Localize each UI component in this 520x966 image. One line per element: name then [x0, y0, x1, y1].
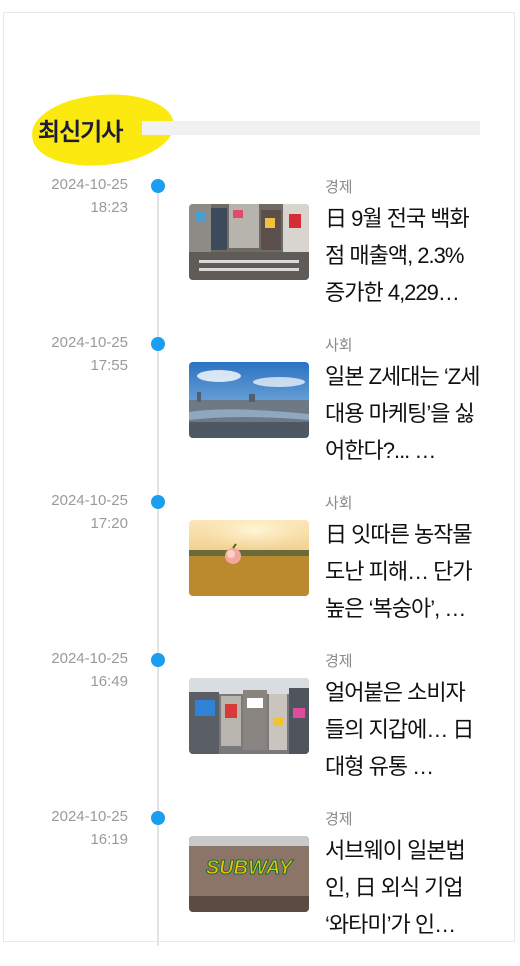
article-headline[interactable]: 日 9월 전국 백화점 매출액, 2.3% 증가한 4,229… [325, 200, 483, 311]
timeline-dot [151, 179, 165, 193]
article-item[interactable]: 2024-10-25 16:19 SUBWAY 경제 서브웨이 일본법인, 日 … [0, 808, 520, 966]
article-date: 2024-10-25 [51, 808, 128, 825]
article-thumbnail[interactable] [189, 520, 309, 596]
article-time: 17:55 [90, 357, 128, 374]
article-date: 2024-10-25 [51, 650, 128, 667]
section-header: 최신기사 [22, 90, 482, 172]
article-item[interactable]: 2024-10-25 18:23 경제 日 9월 전국 백화점 매출액, 2.3… [0, 176, 520, 334]
article-thumbnail[interactable] [189, 362, 309, 438]
timeline-dot [151, 495, 165, 509]
article-item[interactable]: 2024-10-25 17:55 사회 일본 Z세대는 ‘Z세대용 마케팅’을 … [0, 334, 520, 492]
article-item[interactable]: 2024-10-25 17:20 사회 日 잇따른 농작물 도난 피해… 단가 … [0, 492, 520, 650]
header-bar [142, 121, 480, 135]
article-time: 16:49 [90, 673, 128, 690]
article-thumbnail[interactable] [189, 678, 309, 754]
article-headline[interactable]: 얼어붙은 소비자들의 지갑에… 日 대형 유통 … [325, 674, 483, 785]
shibuya-crossing-image [189, 204, 309, 280]
article-time: 18:23 [90, 199, 128, 216]
subway-storefront-image: SUBWAY [189, 836, 309, 912]
shibuya-signs-image [189, 678, 309, 754]
article-headline[interactable]: 日 잇따른 농작물 도난 피해… 단가 높은 ‘복숭아’, … [325, 516, 483, 627]
article-headline[interactable]: 서브웨이 일본법인, 日 외식 기업 ‘와타미’가 인… [325, 832, 483, 943]
article-category: 경제 [325, 179, 353, 196]
article-category: 경제 [325, 653, 353, 670]
article-category: 경제 [325, 811, 353, 828]
timeline-dot [151, 811, 165, 825]
article-item[interactable]: 2024-10-25 16:49 경제 얼어붙은 소비자들의 지갑에… 日 대형… [0, 650, 520, 808]
timeline-dot [151, 653, 165, 667]
article-thumbnail[interactable]: SUBWAY [189, 836, 309, 912]
subway-logo: SUBWAY [206, 857, 294, 879]
article-time: 16:19 [90, 831, 128, 848]
article-category: 사회 [325, 337, 353, 354]
article-category: 사회 [325, 495, 353, 512]
timeline-dot [151, 337, 165, 351]
article-date: 2024-10-25 [51, 176, 128, 193]
article-date: 2024-10-25 [51, 492, 128, 509]
city-skyline-image [189, 362, 309, 438]
article-time: 17:20 [90, 515, 128, 532]
peach-image [189, 520, 309, 596]
article-thumbnail[interactable] [189, 204, 309, 280]
article-date: 2024-10-25 [51, 334, 128, 351]
section-title: 최신기사 [38, 119, 123, 146]
article-headline[interactable]: 일본 Z세대는 ‘Z세대용 마케팅’을 싫어한다?... … [325, 358, 483, 469]
